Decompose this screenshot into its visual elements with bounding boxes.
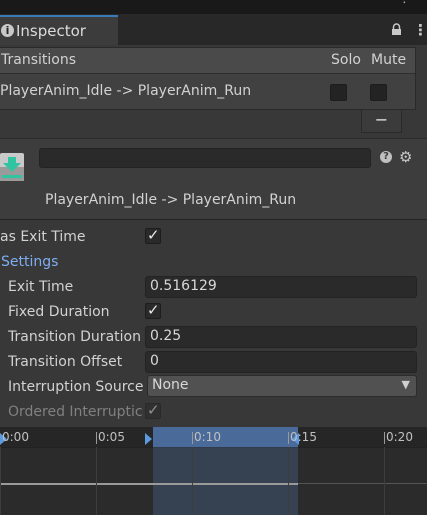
mute-checkbox[interactable]: [370, 84, 387, 101]
timeline-gridline: [288, 447, 289, 515]
transitions-list: Transitions Solo Mute PlayerAnim_Idle ->…: [0, 47, 416, 110]
mute-column-label: Mute: [371, 52, 407, 68]
transitions-header-label: Transitions: [1, 52, 76, 68]
transitions-list-header: Transitions Solo Mute: [0, 48, 415, 74]
help-icon[interactable]: ?: [380, 151, 392, 163]
transition-offset-label: Transition Offset: [8, 354, 123, 370]
timeline-tick: [96, 432, 97, 444]
timeline-gridline: [96, 447, 97, 515]
transition-start-marker[interactable]: [145, 433, 152, 445]
timeline-tick: [384, 432, 385, 444]
interruption-source-value: None: [152, 377, 189, 393]
transition-list-row[interactable]: PlayerAnim_Idle -> PlayerAnim_Run: [0, 74, 415, 109]
timeline-gridline: [384, 447, 385, 515]
timeline-label-20: 0:20: [386, 430, 413, 444]
transition-duration-label: Transition Duration: [8, 329, 141, 345]
transition-title: PlayerAnim_Idle -> PlayerAnim_Run: [45, 192, 297, 208]
exit-time-label: Exit Time: [8, 279, 74, 295]
ordered-interruption-label: Ordered Interruptic: [8, 404, 143, 420]
transition-name-field[interactable]: [39, 148, 371, 168]
solo-checkbox[interactable]: [330, 84, 347, 101]
info-icon: i: [1, 24, 14, 37]
transition-icon: [0, 153, 24, 181]
timeline-tick: [288, 432, 289, 444]
timeline-label-15: 0:15: [290, 430, 317, 444]
interruption-source-dropdown[interactable]: None ▼: [147, 375, 417, 397]
timeline-label-5: 0:05: [98, 430, 125, 444]
exit-time-field[interactable]: 0.516129: [145, 276, 417, 298]
transition-offset-field[interactable]: 0: [145, 351, 417, 373]
lock-icon[interactable]: [391, 23, 402, 36]
transition-range-header[interactable]: [153, 427, 298, 447]
tab-label: Inspector: [16, 22, 86, 40]
transition-duration-field[interactable]: 0.25: [145, 326, 417, 348]
transition-header: ? ⚙ PlayerAnim_Idle -> PlayerAnim_Run: [0, 138, 427, 220]
remove-transition-button[interactable]: −: [361, 110, 402, 133]
ordered-interruption-checkbox: [145, 401, 161, 419]
interruption-source-label: Interruption Source: [8, 379, 144, 395]
solo-column-label: Solo: [331, 52, 361, 68]
timeline-gridline: [0, 447, 1, 515]
window-top-bar: ⋮: [0, 0, 427, 14]
overflow-icon[interactable]: ⋮: [398, 0, 411, 6]
remove-transition-label: −: [374, 110, 389, 129]
tab-bar: i Inspector ⋮: [0, 14, 427, 45]
transition-row-label: PlayerAnim_Idle -> PlayerAnim_Run: [0, 83, 252, 99]
dropdown-arrow-icon: ▼: [401, 378, 410, 391]
tab-inspector[interactable]: i Inspector: [0, 15, 118, 45]
timeline-tick: [192, 432, 193, 444]
timeline-source-bar: [0, 483, 298, 485]
kebab-menu-icon[interactable]: ⋮: [413, 21, 427, 39]
fixed-duration-checkbox[interactable]: [145, 301, 161, 319]
settings-gear-icon[interactable]: ⚙: [399, 148, 412, 166]
has-exit-time-checkbox[interactable]: [145, 226, 161, 244]
fixed-duration-label: Fixed Duration: [8, 304, 110, 320]
has-exit-time-label: as Exit Time: [0, 229, 86, 245]
settings-foldout[interactable]: Settings: [1, 254, 58, 270]
timeline-label-10: 0:10: [194, 430, 221, 444]
timeline-label-0: 0:00: [2, 430, 29, 444]
timeline-gridline: [192, 447, 193, 515]
